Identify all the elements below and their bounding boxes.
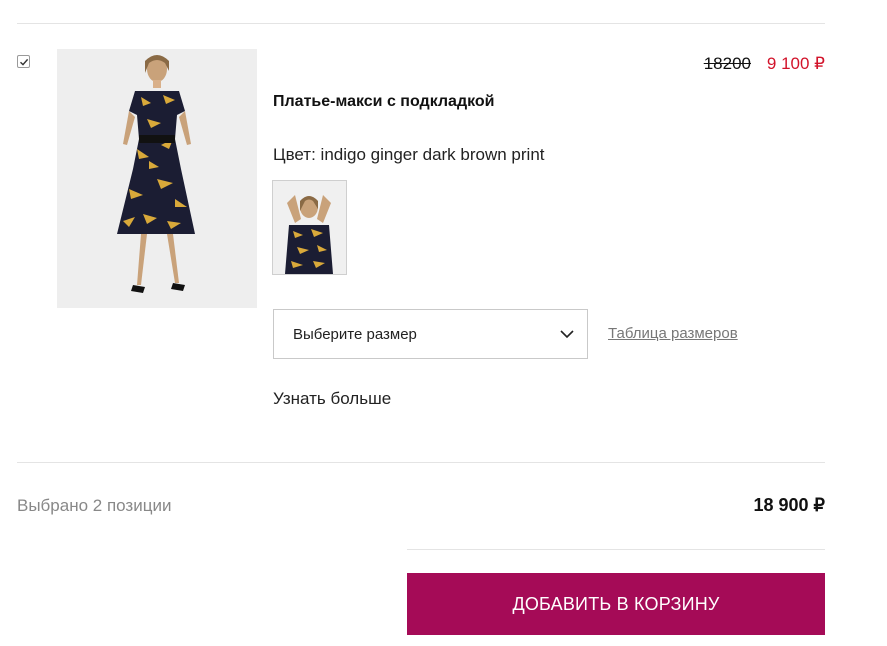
size-select[interactable]: Выберите размер xyxy=(273,309,588,359)
color-swatch-photo-icon xyxy=(273,181,346,274)
dress-photo-icon xyxy=(57,49,257,308)
item-checkbox[interactable] xyxy=(17,55,30,68)
color-swatch[interactable] xyxy=(272,180,347,275)
chevron-down-icon xyxy=(560,330,574,339)
product-color: Цвет: indigo ginger dark brown print xyxy=(273,145,545,164)
learn-more-link[interactable]: Узнать больше xyxy=(273,389,391,409)
size-table-link[interactable]: Таблица размеров xyxy=(608,325,738,342)
selected-count: Выбрано 2 позиции xyxy=(17,496,172,515)
total-price: 18 900 ₽ xyxy=(753,495,825,515)
top-divider xyxy=(17,23,825,24)
section-divider xyxy=(17,462,825,463)
product-title: Платье-макси с подкладкой xyxy=(273,93,495,110)
add-to-cart-button[interactable]: ДОБАВИТЬ В КОРЗИНУ xyxy=(407,573,825,635)
old-price: 18200 xyxy=(703,54,751,73)
checkmark-icon xyxy=(19,58,28,66)
sale-price: 9 100 ₽ xyxy=(766,54,825,73)
product-image[interactable] xyxy=(57,49,257,308)
total-divider xyxy=(407,549,825,550)
size-select-value: Выберите размер xyxy=(293,325,417,343)
